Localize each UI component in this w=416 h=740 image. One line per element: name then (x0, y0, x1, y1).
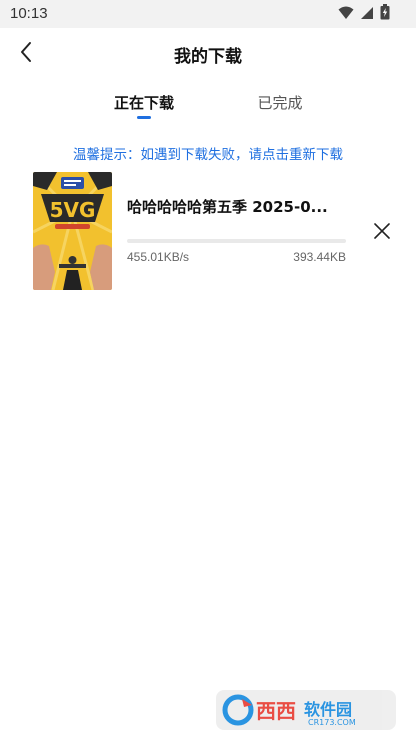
cancel-download-button[interactable] (370, 221, 394, 245)
poster-logo-text: 5VG (50, 198, 96, 222)
svg-text:软件园: 软件园 (304, 700, 352, 719)
signal-icon (360, 5, 374, 24)
download-size: 393.44KB (293, 250, 346, 264)
tab-downloading[interactable]: 正在下载 (94, 92, 194, 113)
download-speed: 455.01KB/s (127, 250, 190, 264)
tab-completed[interactable]: 已完成 (230, 92, 330, 113)
status-time: 10:13 (10, 5, 48, 22)
page-title: 我的下载 (174, 47, 242, 67)
download-progress-bar (127, 239, 346, 243)
active-tab-indicator (137, 116, 151, 119)
download-title: 哈哈哈哈哈第五季 2025-0... (127, 198, 328, 216)
tab-bar: 正在下载 已完成 (0, 88, 416, 122)
watermark-logo: 西西 软件园 CR173.COM (216, 690, 396, 730)
battery-charging-icon (380, 4, 390, 24)
tip-text: 温馨提示：如遇到下载失败，请点击重新下载 (73, 147, 343, 163)
svg-text:CR173.COM: CR173.COM (308, 718, 356, 727)
wifi-icon (338, 5, 354, 24)
status-bar: 10:13 (0, 0, 416, 28)
download-list-item[interactable]: 5VG 哈哈哈哈哈第五季 2025-0... 455.01KB/s 393.44… (0, 172, 416, 292)
status-icons (338, 4, 390, 24)
svg-text:西西: 西西 (256, 699, 296, 723)
close-icon (373, 222, 391, 244)
poster-thumbnail: 5VG (33, 172, 112, 290)
nav-bar: 我的下载 (0, 28, 416, 80)
